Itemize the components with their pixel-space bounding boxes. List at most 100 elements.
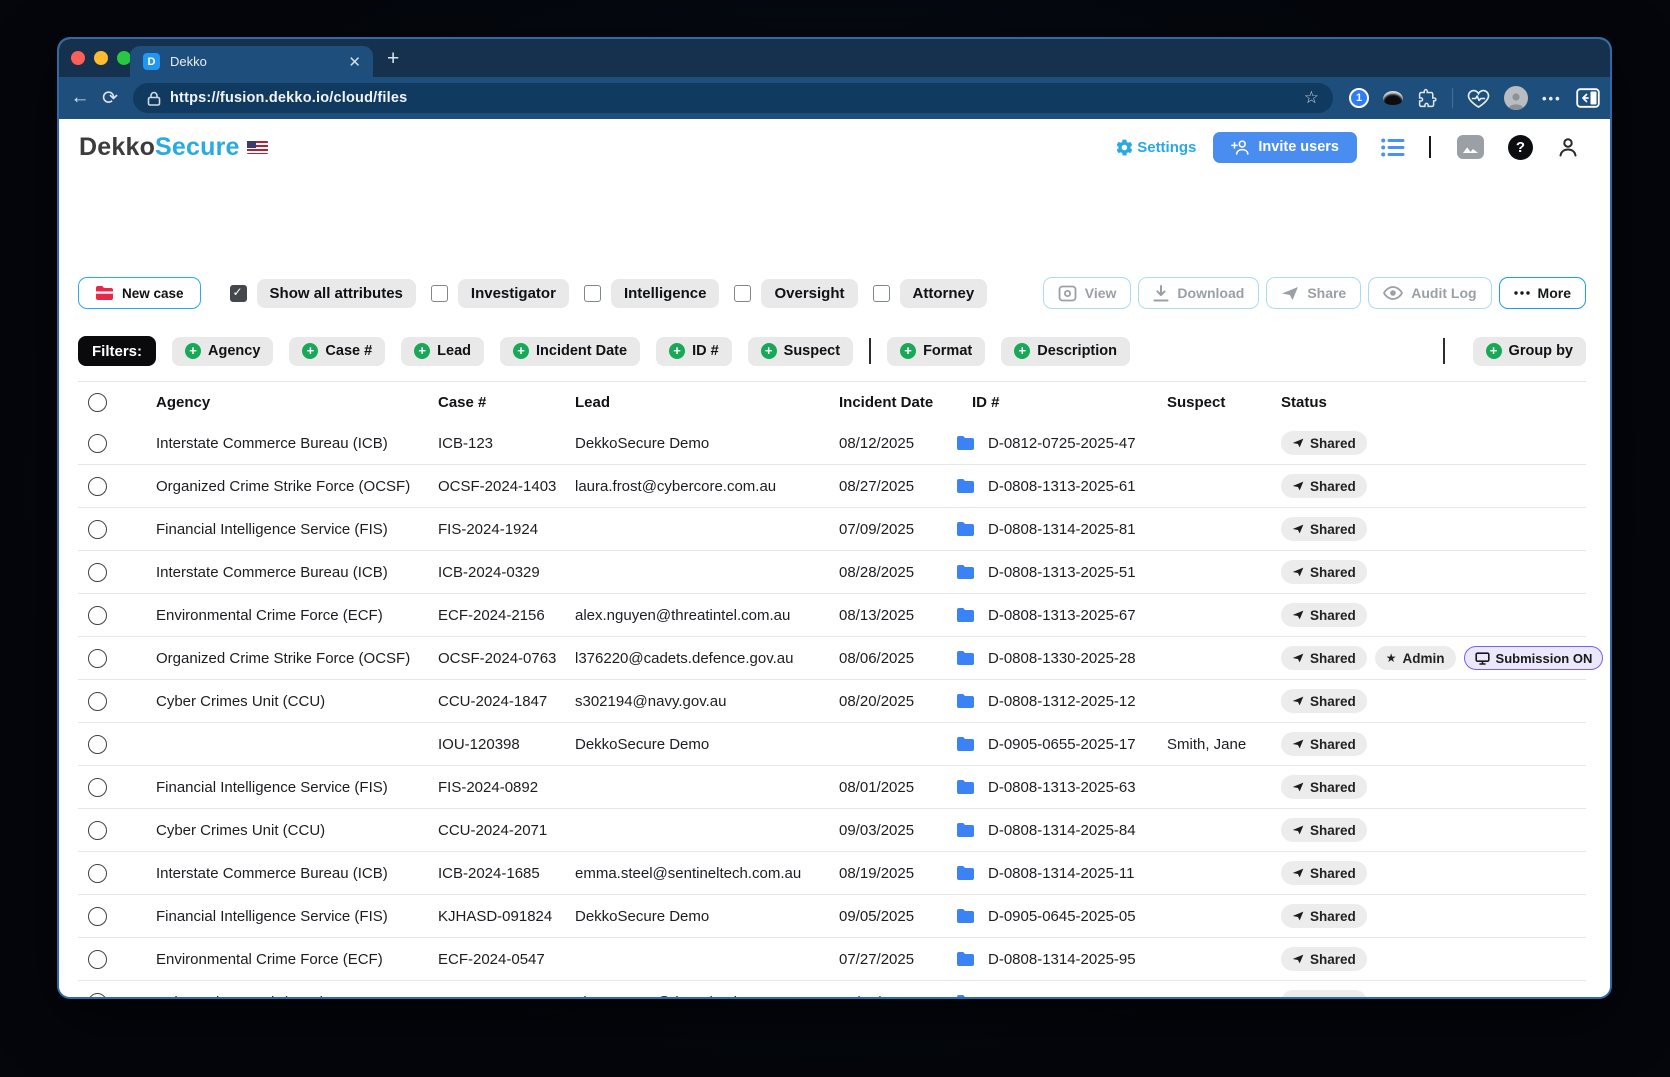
row-select-radio[interactable] xyxy=(88,606,107,625)
zoom-window-button[interactable] xyxy=(117,51,131,65)
table-row[interactable]: Financial Intelligence Service (FIS) FIS… xyxy=(78,507,1586,550)
filter-chip[interactable]: +Suspect xyxy=(748,337,853,366)
checkbox[interactable] xyxy=(584,285,601,302)
help-button[interactable]: ? xyxy=(1508,135,1533,160)
new-tab-button[interactable]: + xyxy=(387,47,399,71)
health-extension-icon[interactable] xyxy=(1467,88,1490,109)
share-arrow-icon xyxy=(1292,524,1304,534)
audit-log-button[interactable]: Audit Log xyxy=(1368,277,1491,309)
filter-chip[interactable]: +ID # xyxy=(656,337,732,366)
checkbox[interactable] xyxy=(873,285,890,302)
attribute-toggle[interactable]: Intelligence xyxy=(584,279,720,308)
row-select-radio[interactable] xyxy=(88,735,107,754)
browser-tab[interactable]: D Dekko ✕ xyxy=(130,46,373,77)
row-select-radio[interactable] xyxy=(88,993,107,998)
cell-lead: s302194@navy.gov.au xyxy=(575,680,726,722)
filter-chip[interactable]: +Case # xyxy=(289,337,385,366)
row-select-radio[interactable] xyxy=(88,950,107,969)
folder-icon[interactable] xyxy=(956,779,975,795)
table-row[interactable]: IOU-120398 DekkoSecure Demo D-0905-0655-… xyxy=(78,722,1586,765)
plus-icon: + xyxy=(669,343,685,359)
side-panel-icon[interactable] xyxy=(1576,88,1600,108)
cell-incident-date: 08/01/2025 xyxy=(839,766,914,808)
table-row[interactable]: Interstate Commerce Bureau (ICB) ICB-202… xyxy=(78,550,1586,593)
folder-icon[interactable] xyxy=(956,564,975,580)
folder-icon[interactable] xyxy=(956,478,975,494)
download-button[interactable]: Download xyxy=(1138,277,1259,309)
browser-menu-icon[interactable]: ••• xyxy=(1542,91,1562,106)
new-case-button[interactable]: New case xyxy=(78,277,201,309)
row-select-radio[interactable] xyxy=(88,520,107,539)
row-select-radio[interactable] xyxy=(88,649,107,668)
table-row[interactable]: Organized Crime Strike Force (OCSF) OCSF… xyxy=(78,636,1586,679)
table-row[interactable]: Environmental Crime Force (ECF) ECF-2024… xyxy=(78,593,1586,636)
address-bar[interactable]: https://fusion.dekko.io/cloud/files ☆ xyxy=(133,83,1333,113)
filter-chip[interactable]: +Description xyxy=(1001,337,1130,366)
row-select-radio[interactable] xyxy=(88,434,107,453)
row-select-radio[interactable] xyxy=(88,692,107,711)
close-window-button[interactable] xyxy=(71,51,85,65)
table-row[interactable]: Environmental Crime Force (ECF) ECF-2024… xyxy=(78,937,1586,980)
browser-profile-avatar[interactable] xyxy=(1504,86,1528,110)
folder-icon[interactable] xyxy=(956,435,975,451)
checkbox[interactable] xyxy=(431,285,448,302)
us-flag-icon[interactable] xyxy=(247,141,268,154)
password-extension-icon[interactable]: 1 xyxy=(1349,88,1369,108)
share-button[interactable]: Share xyxy=(1266,277,1361,309)
bookmark-star-icon[interactable]: ☆ xyxy=(1304,88,1319,108)
toggle-label: Oversight xyxy=(761,279,857,308)
folder-icon[interactable] xyxy=(956,650,975,666)
attribute-toggle[interactable]: Oversight xyxy=(734,279,857,308)
account-icon[interactable] xyxy=(1556,135,1580,159)
table-row[interactable]: Financial Intelligence Service (FIS) FIS… xyxy=(78,765,1586,808)
table-row[interactable]: Financial Intelligence Service (FIS) KJH… xyxy=(78,894,1586,937)
filter-chip[interactable]: +Format xyxy=(887,337,985,366)
row-select-radio[interactable] xyxy=(88,477,107,496)
filter-chip[interactable]: +Agency xyxy=(172,337,273,366)
folder-icon[interactable] xyxy=(956,607,975,623)
filter-chip[interactable]: +Incident Date xyxy=(500,337,640,366)
table-row[interactable]: Cyber Crimes Unit (CCU) CCU-2024-2071 09… xyxy=(78,808,1586,851)
browser-window: D Dekko ✕ + ← ⟳ https://fusion.dekko.io/… xyxy=(59,39,1610,997)
cell-case-number: ICB-2024-1685 xyxy=(438,852,540,894)
folder-icon[interactable] xyxy=(956,693,975,709)
row-select-radio[interactable] xyxy=(88,907,107,926)
back-button[interactable]: ← xyxy=(65,87,95,109)
reload-button[interactable]: ⟳ xyxy=(95,87,125,110)
folder-icon[interactable] xyxy=(956,951,975,967)
table-row[interactable]: Organized Crime Strike Force (OCSF) OCSF… xyxy=(78,464,1586,507)
attribute-toggle[interactable]: Investigator xyxy=(431,279,569,308)
view-button[interactable]: View xyxy=(1043,277,1132,309)
folder-icon[interactable] xyxy=(956,521,975,537)
row-select-radio[interactable] xyxy=(88,778,107,797)
invite-users-button[interactable]: Invite users xyxy=(1213,132,1357,163)
table-row[interactable]: Interstate Commerce Bureau (ICB) ICB-202… xyxy=(78,851,1586,894)
filter-chip[interactable]: +Lead xyxy=(401,337,484,366)
group-by-chip[interactable]: +Group by xyxy=(1473,337,1586,366)
list-view-icon[interactable] xyxy=(1381,138,1405,157)
attribute-toggle[interactable]: Attorney xyxy=(873,279,988,308)
folder-icon[interactable] xyxy=(956,908,975,924)
row-select-radio[interactable] xyxy=(88,821,107,840)
attribute-toggle[interactable]: Show all attributes xyxy=(230,279,416,308)
folder-icon[interactable] xyxy=(956,822,975,838)
folder-icon[interactable] xyxy=(956,865,975,881)
gallery-view-icon[interactable] xyxy=(1457,135,1484,159)
folder-icon[interactable] xyxy=(956,736,975,752)
checkbox[interactable] xyxy=(230,285,247,302)
extension-icon[interactable] xyxy=(1383,91,1403,105)
table-row[interactable]: Cyber Crimes Unit (CCU) CCU-2024-1847 s3… xyxy=(78,679,1586,722)
row-select-radio[interactable] xyxy=(88,563,107,582)
settings-button[interactable]: Settings xyxy=(1115,138,1196,157)
extensions-puzzle-icon[interactable] xyxy=(1417,88,1438,109)
status-badge: Shared xyxy=(1281,990,1367,997)
minimize-window-button[interactable] xyxy=(94,51,108,65)
checkbox[interactable] xyxy=(734,285,751,302)
table-row[interactable]: Interstate Commerce Bureau (ICB) ICB-123… xyxy=(78,422,1586,464)
folder-icon[interactable] xyxy=(956,994,975,997)
table-row[interactable]: Cyber Crimes Unit (CCU) OPD-123456 alex.… xyxy=(78,980,1586,997)
select-all-radio[interactable] xyxy=(88,393,107,412)
more-button[interactable]: More xyxy=(1499,277,1586,309)
tab-close-icon[interactable]: ✕ xyxy=(348,53,361,71)
row-select-radio[interactable] xyxy=(88,864,107,883)
